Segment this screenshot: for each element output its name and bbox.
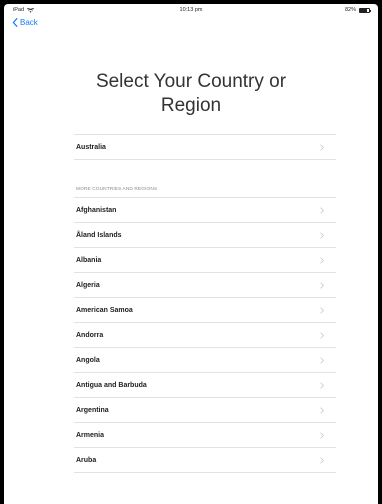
status-right: 82%: [344, 7, 371, 13]
list-item[interactable]: American Samoa: [74, 298, 336, 323]
chevron-right-icon: [320, 307, 324, 314]
chevron-right-icon: [320, 432, 324, 439]
list-item[interactable]: Argentina: [74, 398, 336, 423]
list-item[interactable]: Albania: [74, 248, 336, 273]
chevron-right-icon: [320, 357, 324, 364]
list-item-label: Algeria: [76, 281, 100, 289]
list-item-australia[interactable]: Australia: [74, 135, 336, 160]
country-list: Afghanistan Åland Islands Albania Algeria Am…: [74, 198, 336, 473]
status-time: 10:13 pm: [179, 7, 203, 13]
list-item[interactable]: Andorra: [74, 323, 336, 348]
list-item[interactable]: Antigua and Barbuda: [74, 373, 336, 398]
suggested-list: Australia: [74, 135, 336, 160]
screen: iPad 10:13 pm 82% Back Select Your Count…: [4, 4, 378, 504]
list-item-label: Albania: [76, 256, 102, 264]
chevron-right-icon: [320, 332, 324, 339]
battery-icon: [359, 7, 371, 13]
chevron-right-icon: [320, 257, 324, 264]
chevron-left-icon: [12, 18, 18, 27]
chevron-right-icon: [320, 207, 324, 214]
list-item-label: American Samoa: [76, 306, 133, 314]
chevron-right-icon: [320, 144, 324, 151]
back-button[interactable]: Back: [12, 18, 38, 27]
list-item-label: Angola: [76, 356, 100, 364]
chevron-right-icon: [320, 382, 324, 389]
list-item-label: Afghanistan: [76, 206, 117, 214]
list-item-label: Argentina: [76, 406, 109, 414]
section-header: MORE COUNTRIES AND REGIONS: [76, 187, 158, 192]
list-item-label: Åland Islands: [76, 231, 122, 239]
list-item[interactable]: Åland Islands: [74, 223, 336, 248]
list-item-label: Antigua and Barbuda: [76, 381, 147, 389]
chevron-right-icon: [320, 457, 324, 464]
status-bar: iPad 10:13 pm 82%: [4, 4, 378, 16]
page-title-line-1: Select Your Country or: [95, 71, 287, 92]
list-item[interactable]: Afghanistan: [74, 198, 336, 223]
list-item[interactable]: Armenia: [74, 423, 336, 448]
chevron-right-icon: [320, 232, 324, 239]
chevron-right-icon: [320, 282, 324, 289]
list-item-label: Armenia: [76, 431, 105, 439]
page-title: Select Your Country or Region: [4, 70, 378, 118]
list-item[interactable]: Angola: [74, 348, 336, 373]
battery-fill: [360, 8, 368, 12]
list-item-label: Andorra: [76, 331, 104, 339]
chevron-right-icon: [320, 407, 324, 414]
list-item[interactable]: Aruba: [74, 448, 336, 473]
list-item-label: Australia: [76, 143, 106, 151]
list-item[interactable]: Algeria: [74, 273, 336, 298]
list-item-label: Aruba: [76, 456, 97, 464]
back-label: Back: [20, 18, 38, 27]
page-title-line-2: Region: [160, 95, 222, 116]
battery-percent: 82%: [344, 7, 356, 13]
